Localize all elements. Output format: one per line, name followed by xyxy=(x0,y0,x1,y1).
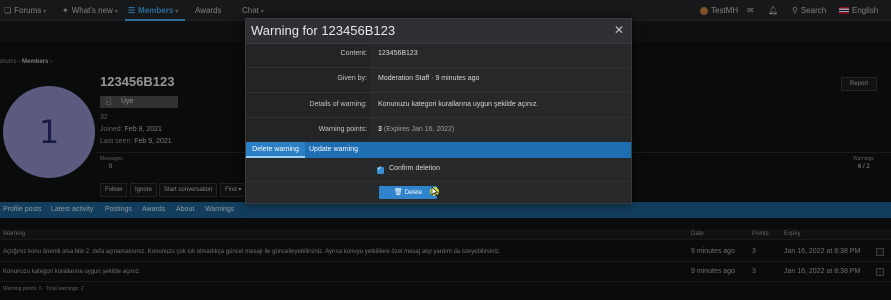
modal-title: Warning for 123456B123 xyxy=(251,23,396,38)
confirm-deletion-checkbox[interactable] xyxy=(377,165,384,174)
given-by-value[interactable]: Moderation Staff · 9 minutes ago xyxy=(378,75,479,82)
warning-modal: Warning for 123456B123 ✕ Content: 123456… xyxy=(245,18,632,204)
close-icon[interactable]: ✕ xyxy=(614,23,624,37)
confirm-deletion-label[interactable]: Confirm deletion xyxy=(389,165,440,172)
content-value[interactable]: 123456B123 xyxy=(378,50,418,57)
points-value: 3 (Expires Jan 16, 2022) xyxy=(378,126,454,133)
points-expiry: (Expires Jan 16, 2022) xyxy=(383,126,455,133)
details-label: Details of warning: xyxy=(309,101,367,108)
tab-update-warning[interactable]: Update warning xyxy=(309,142,358,158)
given-by-label: Given by: xyxy=(337,75,367,82)
content-label: Content: xyxy=(340,50,367,57)
divider xyxy=(246,117,631,118)
points-number: 3 xyxy=(378,126,382,133)
tab-delete-warning[interactable]: Delete warning xyxy=(246,142,305,158)
trash-icon: 🗑︎ xyxy=(393,189,403,196)
delete-button-label: Delete xyxy=(404,190,423,196)
points-label: Warning points: xyxy=(318,126,367,133)
divider xyxy=(246,67,631,68)
delete-button[interactable]: 🗑︎ Delete xyxy=(379,186,437,199)
divider xyxy=(246,181,631,182)
modal-tab-strip: Delete warning Update warning xyxy=(246,142,631,158)
divider xyxy=(246,92,631,93)
details-value: Konunuzu kategori kurallarına uygun şeki… xyxy=(378,101,539,108)
modal-header: Warning for 123456B123 ✕ xyxy=(246,19,631,44)
mouse-cursor-icon xyxy=(430,186,439,197)
